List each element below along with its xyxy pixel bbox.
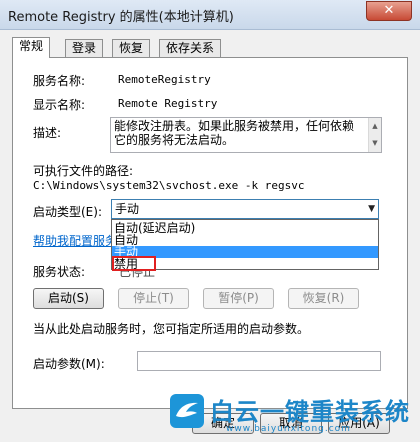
- start-button[interactable]: 启动(S): [33, 288, 104, 309]
- scroll-down-icon: ▼: [372, 139, 378, 147]
- display-name-label: 显示名称:: [33, 98, 86, 112]
- description-box[interactable]: 能修改注册表。如果此服务被禁用，任何依赖它的服务将无法启动。 ▲ ▼: [110, 117, 382, 153]
- tab-recovery[interactable]: 恢复: [112, 39, 151, 57]
- title-bar: Remote Registry 的属性(本地计算机) ✕: [0, 0, 420, 30]
- watermark-url: www.baiyunxitong.com: [226, 424, 351, 434]
- chevron-down-icon: ▼: [368, 204, 375, 214]
- startup-type-value: 手动: [115, 202, 140, 216]
- startup-param-input[interactable]: [137, 351, 381, 371]
- bird-logo-icon: [170, 394, 204, 428]
- resume-button[interactable]: 恢复(R): [288, 288, 359, 309]
- display-name-value: Remote Registry: [118, 97, 218, 110]
- description-text: 能修改注册表。如果此服务被禁用，任何依赖它的服务将无法启动。: [114, 119, 355, 147]
- service-status-label: 服务状态:: [33, 265, 86, 279]
- disabled-option-highlight: [112, 256, 156, 271]
- properties-dialog: 常规 登录 恢复 依存关系 服务名称: RemoteRegistry 显示名称:…: [4, 30, 416, 442]
- watermark: 白云一键重装系统 www.baiyunxitong.com: [166, 392, 420, 442]
- window-title: Remote Registry 的属性(本地计算机): [8, 10, 234, 25]
- close-button[interactable]: ✕: [366, 1, 412, 21]
- service-name-label: 服务名称:: [33, 74, 86, 88]
- general-panel: 服务名称: RemoteRegistry 显示名称: Remote Regist…: [12, 57, 408, 409]
- tab-general[interactable]: 常规: [12, 37, 51, 58]
- startup-hint: 当从此处启动服务时，您可指定所适用的启动参数。: [33, 322, 310, 336]
- option-auto[interactable]: 自动: [112, 234, 378, 246]
- scroll-up-icon: ▲: [372, 122, 378, 130]
- tab-logon[interactable]: 登录: [65, 39, 104, 57]
- close-icon: ✕: [383, 3, 395, 18]
- pause-button[interactable]: 暂停(P): [203, 288, 274, 309]
- exe-path-value: C:\Windows\system32\svchost.exe -k regsv…: [33, 179, 305, 192]
- stop-button[interactable]: 停止(T): [118, 288, 189, 309]
- tab-dependencies[interactable]: 依存关系: [159, 39, 222, 57]
- option-auto-delayed[interactable]: 自动(延迟启动): [112, 222, 378, 234]
- startup-type-select[interactable]: 手动 ▼: [111, 199, 379, 219]
- watermark-text: 白云一键重装系统: [210, 398, 410, 426]
- startup-type-label: 启动类型(E):: [33, 205, 102, 219]
- service-name-value: RemoteRegistry: [118, 73, 211, 86]
- startup-param-label: 启动参数(M):: [33, 357, 105, 371]
- description-label: 描述:: [33, 126, 62, 140]
- exe-path-label: 可执行文件的路径:: [33, 164, 134, 178]
- description-scrollbar[interactable]: ▲ ▼: [368, 118, 381, 152]
